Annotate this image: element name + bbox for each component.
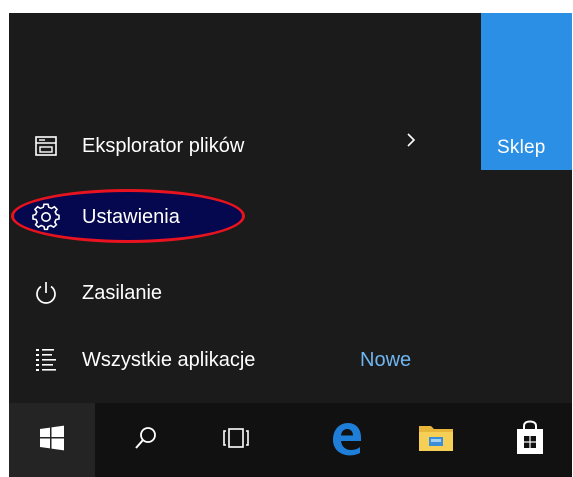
gear-icon	[31, 202, 61, 232]
store-button[interactable]	[487, 403, 572, 477]
search-button[interactable]	[105, 403, 187, 477]
file-explorer-button[interactable]	[395, 403, 477, 477]
menu-item-settings[interactable]: Ustawienia	[9, 188, 429, 246]
folder-icon	[417, 422, 455, 459]
settings-label: Ustawienia	[82, 205, 180, 228]
task-view-button[interactable]	[195, 403, 277, 477]
menu-item-all-apps[interactable]: Wszystkie aplikacje Nowe	[9, 331, 429, 389]
store-bag-icon	[514, 419, 546, 461]
start-menu: Sklep Eksplorator plików Ustawienia Zasi…	[9, 13, 572, 403]
windows-screen: Sklep Eksplorator plików Ustawienia Zasi…	[9, 13, 572, 477]
menu-item-power[interactable]: Zasilanie	[9, 264, 429, 322]
task-view-icon	[221, 425, 251, 456]
edge-button[interactable]	[305, 403, 387, 477]
windows-logo-icon	[39, 425, 65, 456]
chevron-right-icon[interactable]	[401, 125, 421, 155]
store-tile-label: Sklep	[497, 137, 546, 158]
all-apps-label: Wszystkie aplikacje	[82, 348, 256, 371]
search-icon	[133, 425, 159, 456]
taskbar	[9, 403, 572, 477]
file-explorer-icon	[31, 131, 61, 161]
power-icon	[31, 278, 61, 308]
power-label: Zasilanie	[82, 281, 163, 304]
menu-item-file-explorer[interactable]: Eksplorator plików	[9, 117, 429, 175]
new-badge: Nowe	[360, 348, 412, 371]
file-explorer-label: Eksplorator plików	[82, 134, 245, 157]
all-apps-icon	[31, 345, 61, 375]
edge-browser-icon	[328, 420, 364, 461]
store-tile[interactable]: Sklep	[481, 13, 572, 170]
start-button[interactable]	[9, 403, 95, 477]
